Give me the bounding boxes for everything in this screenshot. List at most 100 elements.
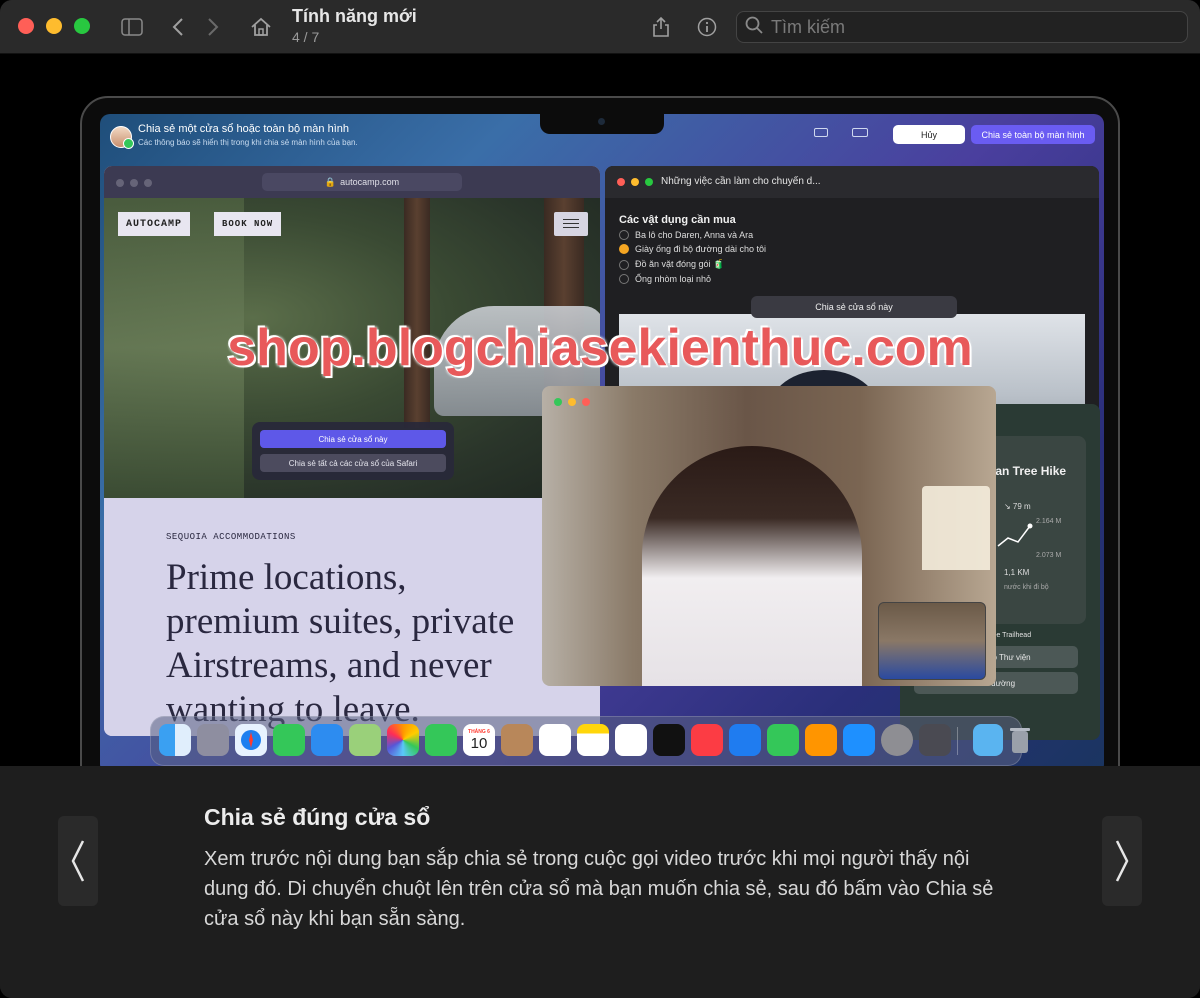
facetime-close-dot <box>582 398 590 406</box>
distance-stat: 1,1 KM <box>1004 568 1030 577</box>
share-bar-subtitle: Các thông báo sẽ hiển thị trong khi chia… <box>138 138 358 147</box>
safari-url: autocamp.com <box>340 177 400 187</box>
elevation-chart-icon <box>997 523 1033 547</box>
facetime-icon <box>425 724 457 756</box>
elevation-stat: ↘ 79 m <box>1004 502 1031 511</box>
maps-icon <box>349 724 381 756</box>
dock: THÁNG 6 10 <box>150 716 1030 766</box>
safari-zoom-dot <box>144 179 152 187</box>
list-item: Giày ống đi bộ đường dài cho tôi <box>619 244 766 254</box>
autocamp-logo: AUTOCAMP <box>118 212 191 236</box>
share-this-window-button: Chia sẻ cửa sổ này <box>751 296 957 318</box>
safari-close-dot <box>116 179 124 187</box>
safari-minimize-dot <box>130 179 138 187</box>
reminders-icon <box>539 724 571 756</box>
music-icon <box>691 724 723 756</box>
page-indicator: 4 / 7 <box>292 29 320 45</box>
checkbox-checked-icon <box>619 244 629 254</box>
list-item: Đồ ăn vặt đóng gói 🧃 <box>619 259 724 270</box>
reminders-minimize-dot <box>631 178 639 186</box>
facetime-zoom-dot <box>554 398 562 406</box>
window-title: Tính năng mới <box>292 6 417 26</box>
previous-button[interactable] <box>58 816 98 906</box>
toolbar: Tính năng mới 4 / 7 <box>0 0 1200 54</box>
page-headline: Prime locations, premium suites, private… <box>166 557 515 730</box>
avatar <box>110 126 134 149</box>
messages-icon <box>273 724 305 756</box>
checkbox-icon <box>619 274 629 284</box>
feature-body: Xem trước nội dung bạn sắp chia sẻ trong… <box>204 848 994 930</box>
dock-separator <box>957 727 958 755</box>
notes-icon <box>577 724 609 756</box>
camera-icon <box>598 118 605 125</box>
share-icon[interactable] <box>650 14 672 40</box>
chevron-left-icon <box>71 840 85 882</box>
safari-icon <box>235 724 267 756</box>
tree-trunk <box>404 198 430 428</box>
section-label: SEQUOIA ACCOMMODATIONS <box>166 532 296 542</box>
route-note: nước khi đi bộ <box>1004 584 1049 591</box>
share-window-popover: Chia sẻ cửa sổ này Chia sẻ tất cả các cử… <box>252 422 454 480</box>
reminders-toolbar: Những việc cần làm cho chuyến d... <box>605 166 1099 198</box>
notch <box>540 114 664 134</box>
sidebar-icon[interactable] <box>118 14 146 40</box>
chevron-right-icon <box>1115 840 1129 882</box>
facetime-minimize-dot <box>568 398 576 406</box>
mail-icon <box>311 724 343 756</box>
search-input[interactable] <box>771 16 1171 38</box>
home-icon[interactable] <box>248 14 274 40</box>
search-field[interactable] <box>736 11 1188 43</box>
macbook-illustration: Chia sẻ một cửa sổ hoặc toàn bộ màn hình… <box>80 96 1120 766</box>
zoom-button[interactable] <box>74 18 90 34</box>
feature-title: Chia sẻ đúng cửa sổ <box>204 804 431 830</box>
keynote-icon <box>729 724 761 756</box>
downloads-folder-icon <box>973 724 1003 756</box>
reminders-zoom-dot <box>645 178 653 186</box>
trash-icon <box>1007 724 1033 756</box>
pages-icon <box>805 724 837 756</box>
display-picker-icon <box>852 128 868 137</box>
macbook-screen: Chia sẻ một cửa sổ hoặc toàn bộ màn hình… <box>100 114 1104 766</box>
forest-image <box>104 198 244 498</box>
back-icon[interactable] <box>168 14 188 40</box>
info-icon[interactable] <box>696 14 718 40</box>
calendar-icon: THÁNG 6 10 <box>463 724 495 756</box>
caller-video <box>642 446 862 686</box>
contacts-icon <box>501 724 533 756</box>
photos-icon <box>387 724 419 756</box>
feature-description: Chia sẻ đúng cửa sổ Xem trước nội dung b… <box>0 766 1200 998</box>
appstore-icon <box>843 724 875 756</box>
reminders-list-heading: Các vật dụng cần mua <box>619 214 736 226</box>
share-all-safari-windows-button: Chia sẻ tất cả các cửa sổ của Safari <box>260 454 446 472</box>
close-button[interactable] <box>18 18 34 34</box>
share-entire-screen-button: Chia sẻ toàn bộ màn hình <box>971 125 1095 144</box>
reminders-title: Những việc cần làm cho chuyến d... <box>661 176 821 187</box>
lock-icon: 🔒 <box>324 176 337 187</box>
self-view-video <box>878 602 986 680</box>
numbers-icon <box>767 724 799 756</box>
forward-icon[interactable] <box>203 14 223 40</box>
feature-preview: Chia sẻ một cửa sổ hoặc toàn bộ màn hình… <box>0 54 1200 766</box>
launchpad-icon <box>197 724 229 756</box>
share-bar-title: Chia sẻ một cửa sổ hoặc toàn bộ màn hình <box>138 123 349 135</box>
finder-icon <box>159 724 191 756</box>
reminders-close-dot <box>617 178 625 186</box>
next-button[interactable] <box>1102 816 1142 906</box>
elevation-label: 2.073 M <box>1036 552 1062 559</box>
cancel-button: Hủy <box>893 125 965 144</box>
safari-toolbar: 🔒 autocamp.com <box>104 166 600 198</box>
book-now-button: BOOK NOW <box>214 212 282 236</box>
lamp-image <box>922 486 990 570</box>
elevation-label: 2.164 M <box>1036 518 1062 525</box>
list-item: Ống nhòm loại nhỏ <box>619 274 711 284</box>
safari-page-body: SEQUOIA ACCOMMODATIONS Prime locations, … <box>104 498 600 736</box>
safari-address-bar: 🔒 autocamp.com <box>262 173 462 191</box>
share-this-window-button: Chia sẻ cửa sổ này <box>260 430 446 448</box>
facetime-window <box>542 386 996 686</box>
minimize-button[interactable] <box>46 18 62 34</box>
safari-window: 🔒 autocamp.com AUTOCAMP BOOK NOW Chia sẻ… <box>104 166 600 736</box>
settings-icon <box>881 724 913 756</box>
list-item: Ba lô cho Daren, Anna và Ara <box>619 230 753 240</box>
appletv-icon <box>653 724 685 756</box>
freeform-icon <box>615 724 647 756</box>
